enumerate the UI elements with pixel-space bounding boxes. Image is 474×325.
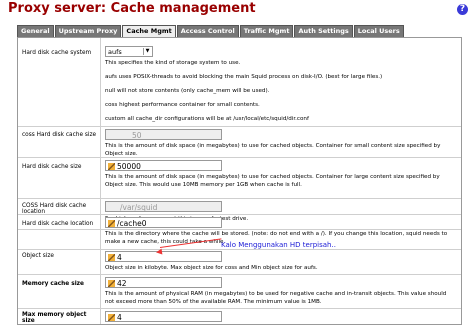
- desc-object-size: Object size in kilobyte. Max object size…: [105, 265, 318, 271]
- coss-size-input[interactable]: 50: [105, 129, 222, 140]
- page-title: Proxy server: Cache management: [8, 1, 256, 16]
- tab-general[interactable]: General: [17, 25, 54, 37]
- label-hd-location: Hard disk cache location: [18, 215, 101, 249]
- tab-upstream-proxy[interactable]: Upstream Proxy: [54, 25, 122, 37]
- hd-size-input[interactable]: 50000: [105, 160, 222, 171]
- max-memory-object-size-input[interactable]: 4: [105, 311, 222, 322]
- desc-hd-size: This is the amount of disk space (in meg…: [105, 174, 440, 188]
- desc-hd-system: This specifies the kind of storage syste…: [105, 60, 241, 66]
- label-hd-size: Hard disk cache size: [18, 158, 101, 198]
- row-coss-size: coss Hard disk cache size 50 This is the…: [18, 127, 461, 158]
- object-size-input[interactable]: 4: [105, 251, 222, 262]
- label-memory-cache-size: Memory cache size: [18, 275, 101, 308]
- label-coss-size: coss Hard disk cache size: [18, 127, 101, 157]
- label-object-size: Object size: [18, 249, 101, 274]
- row-memory-cache-size: Memory cache size 42 This is the amount …: [18, 275, 461, 309]
- tab-access-control[interactable]: Access Control: [176, 25, 239, 37]
- chevron-down-icon: ▼: [143, 48, 151, 55]
- tab-traffic-mgmt[interactable]: Traffic Mgmt: [239, 25, 294, 37]
- pencil-icon: [108, 163, 115, 170]
- annotation-text: Kalo Menggunakan HD terpisah..: [221, 241, 336, 249]
- desc-memory-cache-size: This is the amount of physical RAM (in m…: [105, 291, 447, 305]
- desc-custom: custom all cache_dir configurations will…: [105, 116, 309, 122]
- pencil-icon: [108, 280, 115, 287]
- desc-aufs: aufs uses POSIX-threads to avoid blockin…: [105, 74, 383, 80]
- coss-location-input[interactable]: /var/squid: [105, 201, 222, 212]
- pencil-icon: [108, 314, 115, 321]
- tab-local-users[interactable]: Local Users: [353, 25, 404, 37]
- help-icon[interactable]: ?: [457, 4, 468, 15]
- tab-bar: General Upstream Proxy Cache Mgmt Access…: [17, 25, 405, 37]
- header: Proxy server: Cache management ?: [0, 0, 474, 22]
- row-hd-cache-system: Hard disk cache system aufs ▼ This specif…: [18, 38, 461, 127]
- settings-panel: Hard disk cache system aufs ▼ This specif…: [17, 37, 462, 325]
- row-object-size: Object size 4 Object size in kilobyte. M…: [18, 249, 461, 275]
- arrow-icon: [155, 248, 163, 256]
- tab-auth-settings[interactable]: Auth Settings: [294, 25, 353, 37]
- desc-coss: coss highest performance container for s…: [105, 102, 260, 108]
- hd-location-input[interactable]: /cache0: [105, 217, 222, 228]
- memory-cache-size-input[interactable]: 42: [105, 277, 222, 288]
- pencil-icon: [108, 254, 115, 261]
- hd-system-select[interactable]: aufs ▼: [105, 46, 153, 57]
- label-hd-cache-system: Hard disk cache system: [18, 38, 101, 126]
- tab-cache-mgmt[interactable]: Cache Mgmt: [122, 25, 176, 37]
- row-hd-size: Hard disk cache size 50000 This is the a…: [18, 158, 461, 199]
- desc-coss-size: This is the amount of disk space (in meg…: [105, 143, 441, 157]
- desc-null: null will not store contents (only cache…: [105, 88, 270, 94]
- pencil-icon: [108, 220, 115, 227]
